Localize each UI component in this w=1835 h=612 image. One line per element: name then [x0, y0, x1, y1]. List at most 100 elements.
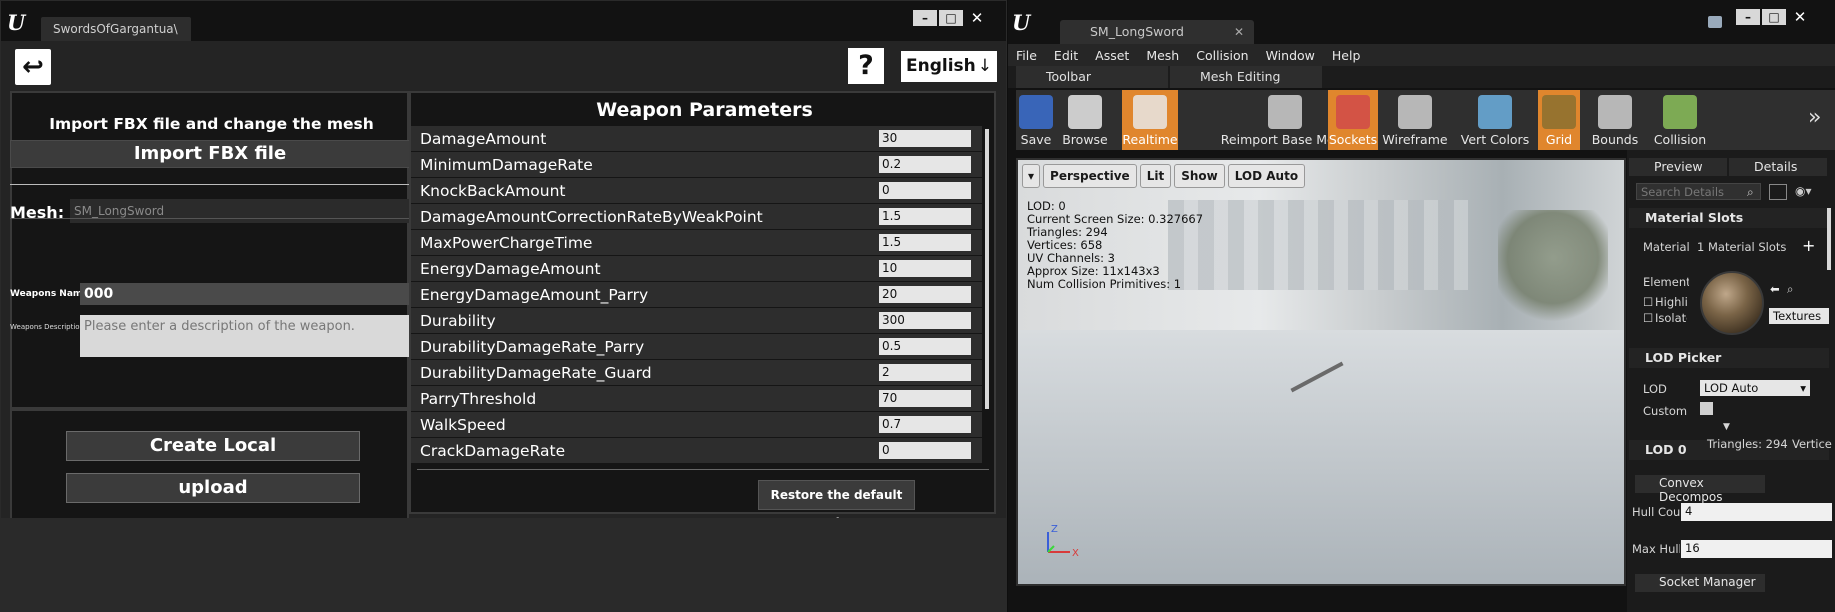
material-slots-header[interactable]: Material Slots	[1629, 208, 1829, 228]
toolbar-label: Sockets	[1328, 132, 1378, 147]
isolate-label: Isolate	[1655, 311, 1687, 325]
menu-item-asset[interactable]: Asset	[1087, 44, 1138, 66]
toolbar-label: Bounds	[1591, 132, 1639, 147]
browse-button[interactable]: Browse	[1060, 90, 1110, 150]
socket-manager-tab[interactable]: Socket Manager	[1635, 574, 1765, 592]
param-value-input[interactable]: 300	[879, 312, 971, 329]
maximize-icon[interactable]: □	[939, 10, 963, 26]
lod-button[interactable]: LOD Auto	[1227, 164, 1306, 188]
menu-item-mesh[interactable]: Mesh	[1138, 44, 1188, 66]
lod-picker-header[interactable]: LOD Picker	[1629, 348, 1829, 368]
details-scrollbar[interactable]	[1827, 208, 1831, 270]
window-controls: – □ ✕	[1736, 9, 1812, 25]
minimize-icon[interactable]: –	[913, 10, 937, 26]
param-value-input[interactable]: 0.5	[879, 338, 971, 355]
grid-button[interactable]: Grid	[1538, 90, 1580, 150]
eye-icon[interactable]: ◉▾	[1795, 184, 1812, 198]
menu-bar: File Edit Asset Mesh Collision Window Help	[1008, 44, 1835, 66]
side-tabs: Preview Details	[1627, 158, 1835, 176]
viewport-options-button[interactable]: ▾	[1022, 164, 1041, 188]
search-details-input[interactable]: Search Details	[1636, 183, 1761, 200]
params-scrollbar[interactable]	[985, 129, 989, 409]
hull-count-slider[interactable]: 4	[1681, 503, 1832, 521]
weapons-name-input[interactable]: 000	[80, 283, 410, 305]
help-button[interactable]: ?	[848, 48, 884, 84]
param-value-input[interactable]: 20	[879, 286, 971, 303]
expand-arrow-icon[interactable]: ▼	[1723, 422, 1730, 432]
bounds-button[interactable]: Bounds	[1584, 90, 1646, 150]
details-panel: Preview Details Search Details ⌕ ◉▾ Mate…	[1627, 150, 1835, 612]
param-value-input[interactable]: 1.5	[879, 234, 971, 251]
close-icon[interactable]: ✕	[1788, 9, 1812, 25]
unreal-logo-icon: U	[7, 10, 26, 35]
create-local-button[interactable]: Create Local	[66, 431, 360, 461]
toolbar-label: Grid	[1545, 132, 1573, 147]
feedback-icon[interactable]	[1708, 16, 1722, 28]
window-tab[interactable]: SwordsOfGargantua\	[41, 17, 191, 41]
param-value-input[interactable]: 0	[879, 442, 971, 459]
param-value-input[interactable]: 0.7	[879, 416, 971, 433]
asset-tab[interactable]: SM_LongSword ✕	[1060, 20, 1254, 44]
perspective-button[interactable]: Perspective	[1043, 164, 1137, 188]
language-dropdown[interactable]: English ↓	[901, 51, 997, 82]
menu-item-window[interactable]: Window	[1258, 44, 1324, 66]
axis-z-label: Z	[1051, 524, 1058, 535]
param-value-input[interactable]: 30	[879, 130, 971, 147]
weapons-description-input[interactable]: Please enter a description of the weapon…	[80, 315, 410, 357]
material-thumbnail[interactable]	[1700, 271, 1764, 335]
wireframe-button[interactable]: Wireframe	[1380, 90, 1450, 150]
sockets-button[interactable]: Sockets	[1328, 90, 1378, 150]
param-value-input[interactable]: 0.2	[879, 156, 971, 173]
add-icon[interactable]: +	[1802, 236, 1815, 255]
tab-preview[interactable]: Preview	[1629, 158, 1727, 176]
max-hull-slider[interactable]: 16	[1681, 540, 1832, 558]
convex-decomposition-tab[interactable]: Convex Decompos	[1635, 475, 1765, 504]
element-label: Element 0	[1643, 275, 1689, 289]
tab-mesh-editing[interactable]: Mesh Editing	[1170, 66, 1322, 88]
menu-item-help[interactable]: Help	[1324, 44, 1370, 66]
param-row: DurabilityDamageRate_Guard 2	[411, 360, 982, 386]
menu-item-edit[interactable]: Edit	[1046, 44, 1087, 66]
close-icon[interactable]: ✕	[1234, 25, 1244, 39]
close-icon[interactable]: ✕	[965, 10, 989, 26]
tab-toolbar[interactable]: Toolbar	[1016, 66, 1168, 88]
param-value-input[interactable]: 70	[879, 390, 971, 407]
back-button[interactable]: ↩	[15, 49, 51, 85]
minimize-icon[interactable]: –	[1736, 9, 1760, 25]
tab-details[interactable]: Details	[1729, 158, 1827, 176]
custom-checkbox[interactable]	[1700, 402, 1713, 415]
maximize-icon[interactable]: □	[1762, 9, 1786, 25]
divider	[10, 184, 410, 185]
highlight-checkbox[interactable]: ☐	[1643, 295, 1653, 309]
tab-details-label: Details	[1754, 159, 1798, 174]
toolbar-overflow-icon[interactable]: »	[1808, 105, 1821, 130]
vert-colors-icon	[1478, 95, 1512, 129]
tool-window: U SwordsOfGargantua\ – □ ✕ ↩ ? English ↓…	[0, 0, 1007, 612]
menu-item-file[interactable]: File	[1008, 44, 1046, 66]
collision-button[interactable]: Collision	[1650, 90, 1710, 150]
import-fbx-button[interactable]: Import FBX file	[10, 140, 410, 168]
param-value-input[interactable]: 0	[879, 182, 971, 199]
import-panel: Import FBX file and change the mesh Impo…	[10, 91, 410, 409]
vert-colors-button[interactable]: Vert Colors	[1454, 90, 1536, 150]
lit-button[interactable]: Lit	[1139, 164, 1172, 188]
viewport-stats: LOD: 0 Current Screen Size: 0.327667 Trian…	[1027, 200, 1203, 291]
realtime-button[interactable]: Realtime	[1122, 90, 1178, 150]
lod-dropdown[interactable]: LOD Auto ▾	[1700, 380, 1810, 396]
param-value-input[interactable]: 2	[879, 364, 971, 381]
param-value-input[interactable]: 10	[879, 260, 971, 277]
upload-button[interactable]: upload	[66, 473, 360, 503]
arrow-left-icon[interactable]: ⬅	[1770, 282, 1780, 296]
show-button[interactable]: Show	[1174, 164, 1225, 188]
save-button[interactable]: Save	[1016, 90, 1056, 150]
viewport[interactable]: ▾ Perspective Lit Show LOD Auto LOD: 0 Cu…	[1016, 158, 1626, 586]
restore-defaults-button[interactable]: Restore the default settings	[758, 480, 915, 530]
textures-dropdown[interactable]: Textures	[1769, 308, 1829, 324]
search-icon[interactable]: ⌕	[1787, 282, 1793, 297]
isolate-checkbox[interactable]: ☐	[1643, 311, 1653, 325]
param-name: DurabilityDamageRate_Parry	[420, 338, 645, 356]
view-options-icon[interactable]	[1769, 184, 1787, 200]
param-value-input[interactable]: 1.5	[879, 208, 971, 225]
max-hull-label: Max Hull	[1632, 542, 1680, 556]
menu-item-collision[interactable]: Collision	[1188, 44, 1257, 66]
